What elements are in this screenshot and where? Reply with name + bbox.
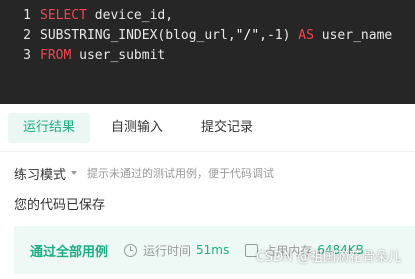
caret-down-icon[interactable] — [71, 171, 78, 175]
result-tabs: 运行结果 自测输入 提交记录 — [0, 104, 415, 152]
saved-status: 您的代码已保存 — [14, 198, 106, 213]
csdn-watermark: CSDN @祖国滴花骨朵儿 — [255, 250, 401, 265]
line-number: 1 — [23, 7, 31, 23]
tab-custom-input[interactable]: 自测输入 — [111, 113, 163, 143]
code-text: ,-1) — [259, 27, 299, 43]
clock-icon — [124, 243, 138, 257]
code-line-3[interactable]: 3 FROM user_submit — [0, 45, 165, 65]
code-keyword: AS — [298, 27, 314, 43]
code-keyword: SELECT — [40, 7, 87, 23]
code-editor[interactable]: 1 SELECT device_id, 2 SUBSTRING_INDEX(blog… — [0, 0, 415, 104]
tab-run-results[interactable]: 运行结果 — [8, 113, 90, 143]
code-keyword: FROM — [40, 47, 72, 63]
code-line-2[interactable]: 2 SUBSTRING_INDEX(blog_url, "/" ,-1) AS use… — [0, 25, 392, 45]
code-text: user_name — [313, 27, 393, 43]
code-line-1[interactable]: 1 SELECT device_id, — [0, 5, 173, 25]
code-text: device_id, — [86, 7, 174, 23]
code-text: user_submit — [71, 47, 166, 63]
code-text: SUBSTRING_INDEX(blog_url, — [40, 27, 236, 43]
run-time-label: 运行时间 — [143, 243, 192, 258]
line-number: 2 — [23, 27, 31, 43]
practice-mode-dropdown[interactable]: 练习模式 — [14, 164, 66, 183]
run-time-value: 51ms — [196, 243, 230, 257]
practice-mode-row: 练习模式 提示未通过的测试用例，便于代码调试 — [0, 161, 415, 185]
tab-submission-history[interactable]: 提交记录 — [201, 113, 253, 143]
line-number: 3 — [23, 47, 31, 63]
pass-status: 通过全部用例 — [30, 244, 109, 260]
practice-mode-hint: 提示未通过的测试用例，便于代码调试 — [87, 167, 275, 180]
code-string: "/" — [235, 27, 260, 43]
